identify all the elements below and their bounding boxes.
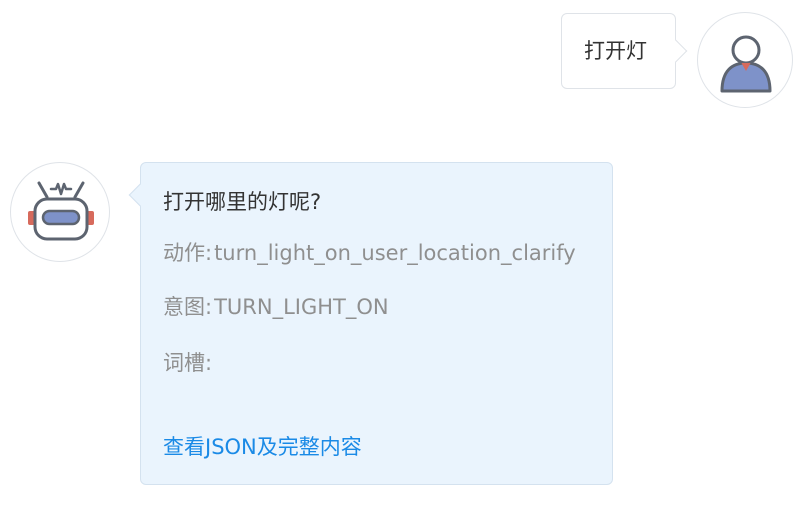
user-icon (720, 35, 772, 93)
view-json-link[interactable]: 查看JSON及完整内容 (163, 433, 362, 461)
slots-field: 词槽: (163, 349, 214, 377)
action-label: 动作: (163, 241, 213, 265)
bot-avatar (10, 162, 110, 262)
user-message-bubble: 打开灯 (561, 13, 688, 89)
slots-label: 词槽: (163, 351, 213, 375)
bot-reply-text: 打开哪里的灯呢? (163, 190, 322, 214)
chat-window: 打开灯 打开哪里的灯呢? 动作:turn_light_on_user_locat… (0, 0, 806, 532)
intent-field: 意图:TURN_LIGHT_ON (163, 293, 389, 321)
bot-message-bubble: 打开哪里的灯呢? 动作:turn_light_on_user_location_… (128, 162, 613, 485)
user-avatar (697, 12, 793, 108)
robot-icon (28, 181, 94, 241)
intent-value: TURN_LIGHT_ON (214, 295, 389, 319)
user-bubble-tail (664, 39, 688, 63)
intent-label: 意图: (163, 295, 213, 319)
bot-bubble-tail (128, 183, 152, 207)
action-value: turn_light_on_user_location_clarify (214, 241, 576, 265)
action-field: 动作:turn_light_on_user_location_clarify (163, 239, 576, 267)
user-message-text: 打开灯 (584, 39, 647, 63)
